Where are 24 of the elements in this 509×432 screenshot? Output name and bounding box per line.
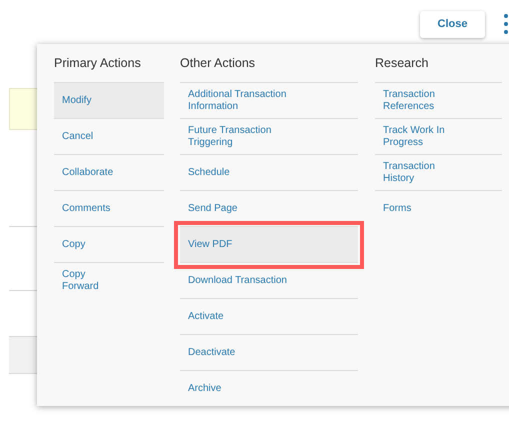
menu-item[interactable]: Deactivate [188, 335, 318, 370]
menu-item[interactable]: Transaction References [383, 83, 462, 118]
menu-item[interactable]: Activate [188, 299, 318, 334]
menu-item[interactable]: Forms [383, 191, 462, 226]
column-heading: Research [375, 55, 430, 72]
menu-item[interactable]: Collaborate [62, 155, 124, 190]
menu-item[interactable]: Copy Forward [62, 263, 124, 298]
menu-item[interactable]: Archive [188, 371, 318, 406]
menu-item[interactable]: Transaction History [383, 155, 462, 190]
menu-item[interactable]: Schedule [188, 155, 318, 190]
menu-item[interactable]: Future Transaction Triggering [188, 119, 318, 154]
menu-item[interactable]: Additional Transaction Information [188, 83, 318, 118]
menu-item[interactable]: Comments [62, 191, 124, 226]
menu-item[interactable]: Track Work In Progress [383, 119, 462, 154]
menu-item[interactable]: Cancel [62, 119, 124, 154]
menu-item[interactable]: Download Transaction [188, 263, 318, 298]
menu-item[interactable]: Copy [62, 227, 124, 262]
menu-item[interactable]: View PDF [188, 227, 318, 262]
menu-item[interactable]: Send Page [188, 191, 318, 226]
column-heading: Other Actions [180, 55, 256, 72]
column-heading: Primary Actions [54, 55, 142, 72]
more-options-icon[interactable] [503, 13, 509, 35]
menu-item[interactable]: Modify [62, 83, 124, 118]
close-button[interactable]: Close [420, 11, 485, 38]
